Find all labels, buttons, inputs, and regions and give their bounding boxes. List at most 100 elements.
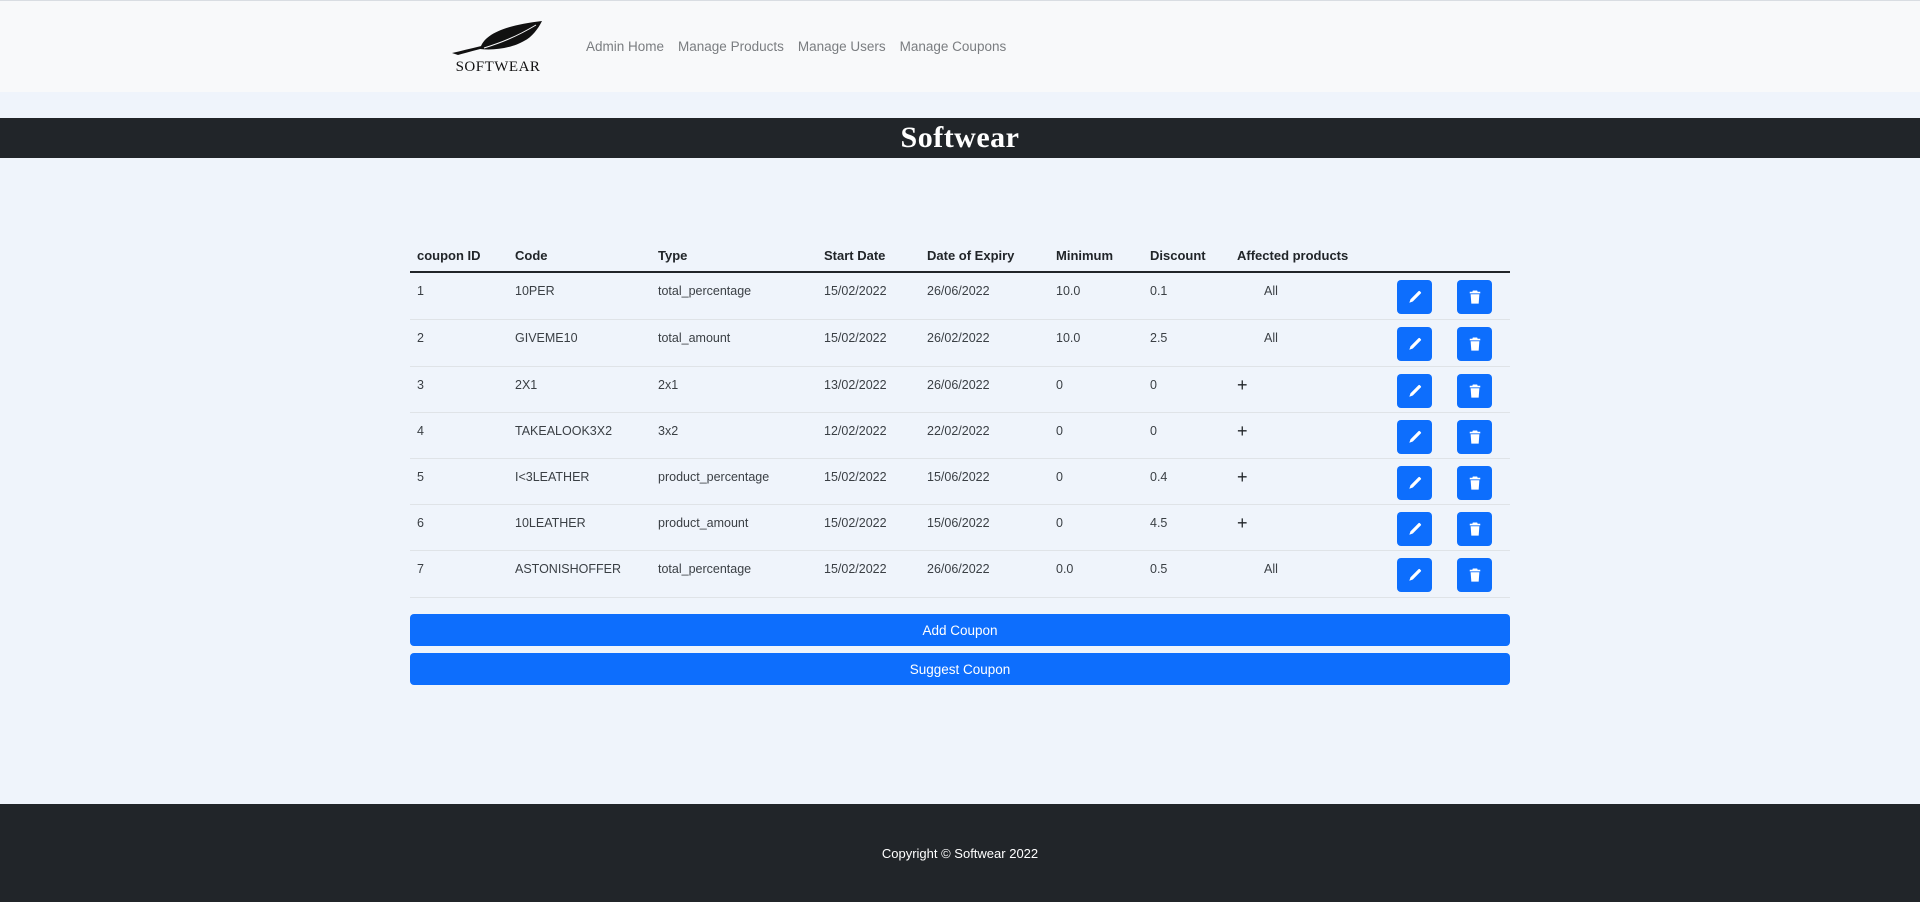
cell-edit: [1390, 272, 1450, 320]
cell-type: 3x2: [651, 412, 817, 459]
pencil-icon: [1408, 290, 1421, 303]
trash-icon: [1469, 336, 1480, 351]
cell-type: 2x1: [651, 366, 817, 413]
delete-button[interactable]: [1457, 557, 1492, 592]
cell-expiry: 26/06/2022: [920, 272, 1049, 320]
add-affected-products-button[interactable]: +: [1230, 458, 1390, 505]
cell-edit: [1390, 458, 1450, 505]
suggest-coupon-button[interactable]: Suggest Coupon: [410, 653, 1510, 685]
cell-discount: 0.1: [1143, 272, 1230, 320]
edit-button[interactable]: [1397, 511, 1432, 546]
cell-edit: [1390, 412, 1450, 459]
nav-manage-coupons[interactable]: Manage Coupons: [900, 39, 1007, 54]
cell-delete: [1450, 272, 1510, 320]
pencil-icon: [1408, 476, 1421, 489]
delete-button[interactable]: [1457, 419, 1492, 454]
cell-minimum: 0.0: [1049, 550, 1143, 598]
cell-delete: [1450, 412, 1510, 459]
add-affected-products-button[interactable]: +: [1230, 412, 1390, 459]
page-banner: Softwear: [0, 118, 1920, 158]
pencil-icon: [1408, 568, 1421, 581]
table-row: 4 TAKEALOOK3X2 3x2 12/02/2022 22/02/2022…: [410, 412, 1510, 459]
cell-minimum: 0: [1049, 366, 1143, 413]
cell-start-date: 15/02/2022: [817, 272, 920, 320]
trash-icon: [1469, 521, 1480, 536]
cell-code: 10LEATHER: [508, 504, 651, 551]
header-coupon-id: coupon ID: [410, 240, 508, 273]
header-discount: Discount: [1143, 240, 1230, 273]
cell-type: product_percentage: [651, 458, 817, 505]
header-code: Code: [508, 240, 651, 273]
table-row: 6 10LEATHER product_amount 15/02/2022 15…: [410, 504, 1510, 551]
cell-edit: [1390, 366, 1450, 413]
header-delete: [1450, 240, 1510, 273]
pencil-icon: [1408, 384, 1421, 397]
cell-type: total_percentage: [651, 550, 817, 598]
cell-minimum: 0: [1049, 412, 1143, 459]
coupons-table-container: coupon ID Code Type Start Date Date of E…: [410, 240, 1510, 598]
cell-discount: 0.4: [1143, 458, 1230, 505]
cell-delete: [1450, 319, 1510, 367]
pencil-icon: [1408, 337, 1421, 350]
cell-discount: 4.5: [1143, 504, 1230, 551]
header-type: Type: [651, 240, 817, 273]
coupons-table: coupon ID Code Type Start Date Date of E…: [410, 240, 1510, 598]
feather-logo-icon: [452, 21, 542, 55]
cell-minimum: 0: [1049, 504, 1143, 551]
cell-expiry: 26/06/2022: [920, 366, 1049, 413]
cell-id: 1: [410, 272, 508, 320]
page-title: Softwear: [900, 121, 1020, 154]
edit-button[interactable]: [1397, 373, 1432, 408]
cell-edit: [1390, 550, 1450, 598]
cell-id: 4: [410, 412, 508, 459]
delete-button[interactable]: [1457, 326, 1492, 361]
table-row: 5 I<3LEATHER product_percentage 15/02/20…: [410, 458, 1510, 505]
delete-button[interactable]: [1457, 511, 1492, 546]
trash-icon: [1469, 429, 1480, 444]
cell-code: 10PER: [508, 272, 651, 320]
add-affected-products-button[interactable]: +: [1230, 366, 1390, 413]
cell-code: 2X1: [508, 366, 651, 413]
delete-button[interactable]: [1457, 373, 1492, 408]
cell-id: 2: [410, 319, 508, 367]
table-row: 7 ASTONISHOFFER total_percentage 15/02/2…: [410, 550, 1510, 598]
nav-manage-products[interactable]: Manage Products: [678, 39, 784, 54]
pencil-icon: [1408, 522, 1421, 535]
cell-discount: 0: [1143, 366, 1230, 413]
cell-type: product_amount: [651, 504, 817, 551]
cell-code: GIVEME10: [508, 319, 651, 367]
cell-start-date: 15/02/2022: [817, 550, 920, 598]
footer: Copyright © Softwear 2022: [0, 804, 1920, 902]
nav-links: Admin Home Manage Products Manage Users …: [586, 39, 1006, 54]
cell-delete: [1450, 458, 1510, 505]
cell-type: total_amount: [651, 319, 817, 367]
nav-admin-home[interactable]: Admin Home: [586, 39, 664, 54]
cell-delete: [1450, 366, 1510, 413]
edit-button[interactable]: [1397, 280, 1432, 314]
cell-id: 6: [410, 504, 508, 551]
delete-button[interactable]: [1457, 280, 1492, 314]
edit-button[interactable]: [1397, 326, 1432, 361]
table-row: 3 2X1 2x1 13/02/2022 26/06/2022 0 0 +: [410, 366, 1510, 413]
cell-discount: 2.5: [1143, 319, 1230, 367]
cell-start-date: 15/02/2022: [817, 504, 920, 551]
cell-edit: [1390, 504, 1450, 551]
nav-manage-users[interactable]: Manage Users: [798, 39, 886, 54]
add-affected-products-button[interactable]: +: [1230, 504, 1390, 551]
add-coupon-button[interactable]: Add Coupon: [410, 614, 1510, 646]
trash-icon: [1469, 290, 1480, 304]
cell-minimum: 10.0: [1049, 319, 1143, 367]
edit-button[interactable]: [1397, 465, 1432, 500]
header-edit: [1390, 240, 1450, 273]
cell-discount: 0.5: [1143, 550, 1230, 598]
edit-button[interactable]: [1397, 419, 1432, 454]
trash-icon: [1469, 475, 1480, 490]
cell-expiry: 15/06/2022: [920, 504, 1049, 551]
delete-button[interactable]: [1457, 465, 1492, 500]
cell-start-date: 13/02/2022: [817, 366, 920, 413]
brand-logo[interactable]: SOFTWEAR: [448, 19, 548, 79]
pencil-icon: [1408, 430, 1421, 443]
navbar: SOFTWEAR Admin Home Manage Products Mana…: [0, 1, 1920, 92]
cell-discount: 0: [1143, 412, 1230, 459]
edit-button[interactable]: [1397, 557, 1432, 592]
